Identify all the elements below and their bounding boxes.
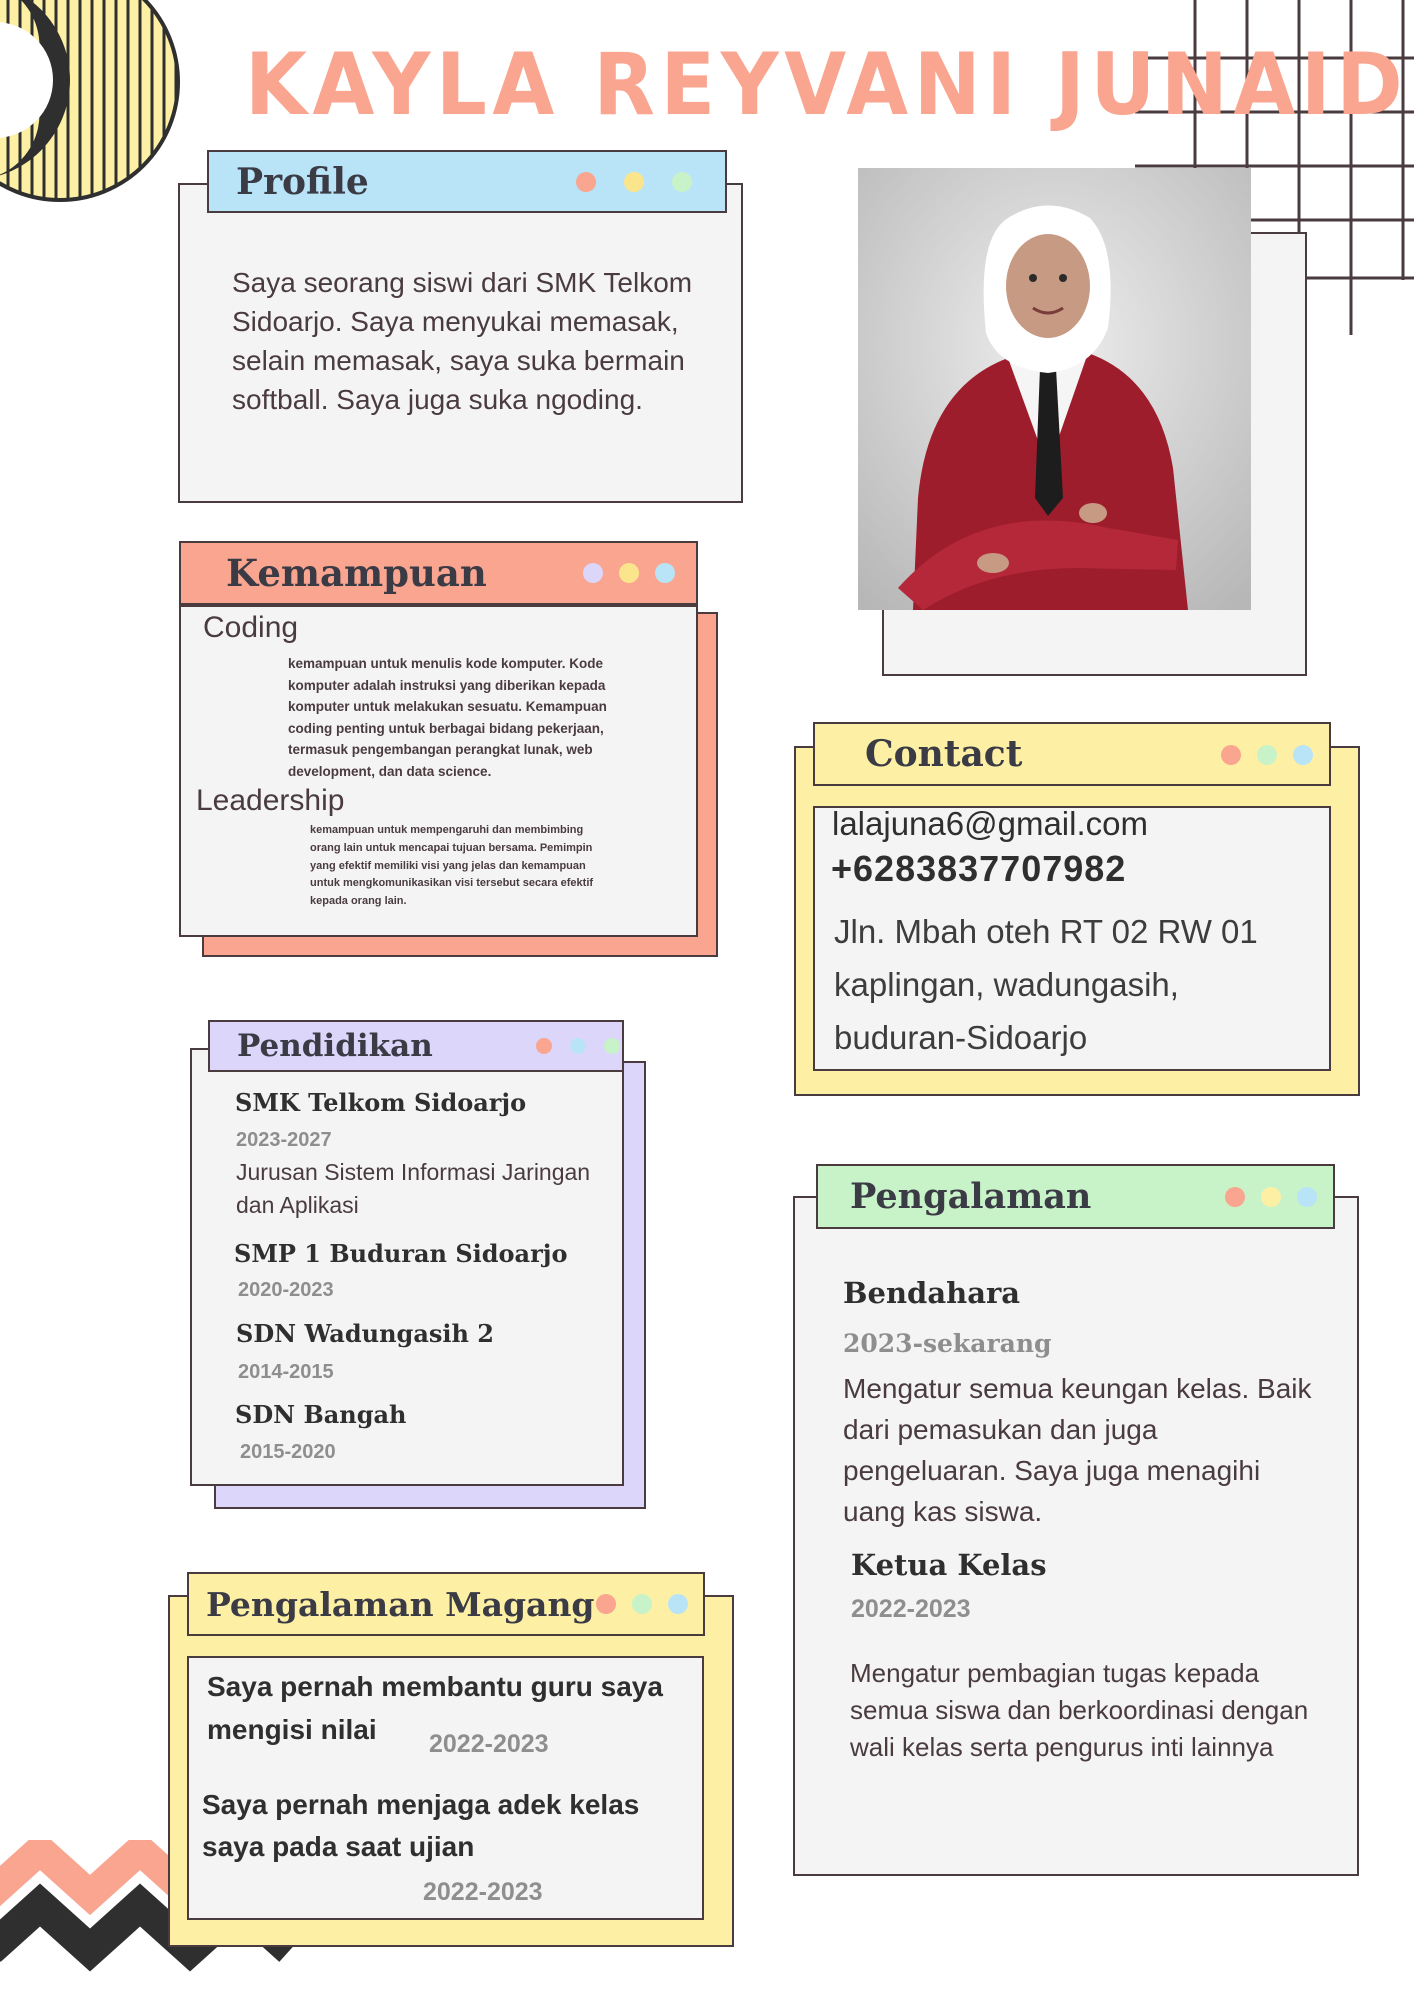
exp-desc-1: Mengatur semua keungan kelas. Baik dari …: [843, 1373, 1312, 1527]
profile-photo: [858, 168, 1251, 610]
contact-address-2: kaplingan, wadungasih,: [834, 966, 1179, 1003]
profile-dots: [576, 172, 692, 192]
contact-address-1: Jln. Mbah oteh RT 02 RW 01: [834, 913, 1258, 950]
edu-school-2: SMP 1 Buduran Sidoarjo: [234, 1239, 568, 1268]
education-title: Pendidikan: [237, 1028, 433, 1064]
contact-title: Contact: [865, 733, 1023, 775]
skills-title: Kemampuan: [226, 551, 487, 595]
edu-years-1: 2023-2027: [236, 1129, 332, 1151]
dot-salmon: [576, 172, 596, 192]
experience-dots: [1225, 1187, 1317, 1207]
skill-coding-desc: kemampuan untuk menulis kode komputer. K…: [288, 656, 607, 779]
skill-leadership-desc: kemampuan untuk mempengaruhi dan membimb…: [310, 824, 594, 908]
circle-stripes-decoration: [0, 0, 180, 202]
dot-mint: [1257, 745, 1277, 765]
dot-salmon: [1221, 745, 1241, 765]
internship-text-2: Saya pernah menjaga adek kelas saya pada…: [202, 1789, 640, 1862]
dot-blue: [668, 1594, 688, 1614]
experience-title: Pengalaman: [850, 1176, 1092, 1217]
dot-salmon: [596, 1594, 616, 1614]
dot-mint: [672, 172, 692, 192]
dot-yellow: [619, 563, 639, 583]
internship-years-2: 2022-2023: [423, 1878, 543, 1906]
skill-coding-name: Coding: [203, 611, 299, 644]
contact-email: lalajuna6@gmail.com: [832, 805, 1148, 842]
exp-role-2: Ketua Kelas: [851, 1548, 1047, 1582]
dot-yellow: [1261, 1187, 1281, 1207]
dot-mint: [632, 1594, 652, 1614]
education-dots: [536, 1038, 620, 1054]
dot-salmon: [536, 1038, 552, 1054]
edu-years-4: 2015-2020: [240, 1441, 336, 1463]
dot-blue: [655, 563, 675, 583]
contact-address-3: buduran-Sidoarjo: [834, 1019, 1088, 1056]
edu-years-3: 2014-2015: [238, 1361, 334, 1383]
candidate-name: KAYLA REYVANI JUNAIDI: [245, 35, 1414, 135]
exp-desc-2: Mengatur pembagian tugas kepada semua si…: [850, 1658, 1309, 1762]
contact-dots: [1221, 745, 1313, 765]
skill-leadership-name: Leadership: [196, 784, 345, 817]
dot-blue: [1297, 1187, 1317, 1207]
profile-title: Profile: [236, 160, 369, 203]
dot-mint: [604, 1038, 620, 1054]
edu-school-1: SMK Telkom Sidoarjo: [235, 1088, 527, 1117]
profile-text: Saya seorang siswi dari SMK Telkom Sidoa…: [232, 267, 693, 415]
dot-blue: [1293, 745, 1313, 765]
edu-school-3: SDN Wadungasih 2: [236, 1319, 494, 1348]
contact-phone: +6283837707982: [831, 848, 1127, 889]
exp-years-2: 2022-2023: [851, 1595, 971, 1623]
edu-school-4: SDN Bangah: [235, 1400, 407, 1429]
internship-years-1: 2022-2023: [429, 1730, 549, 1758]
exp-years-1: 2023-sekarang: [843, 1329, 1052, 1358]
dot-salmon: [1225, 1187, 1245, 1207]
edu-years-2: 2020-2023: [238, 1279, 334, 1301]
dot-yellow: [624, 172, 644, 192]
internship-dots: [596, 1594, 688, 1614]
exp-role-1: Bendahara: [843, 1276, 1021, 1310]
dot-lavender: [583, 563, 603, 583]
internship-title: Pengalaman Magang: [206, 1584, 595, 1624]
skills-dots: [583, 563, 675, 583]
edu-detail-1: Jurusan Sistem Informasi Jaringan dan Ap…: [236, 1159, 591, 1218]
dot-blue: [570, 1038, 586, 1054]
